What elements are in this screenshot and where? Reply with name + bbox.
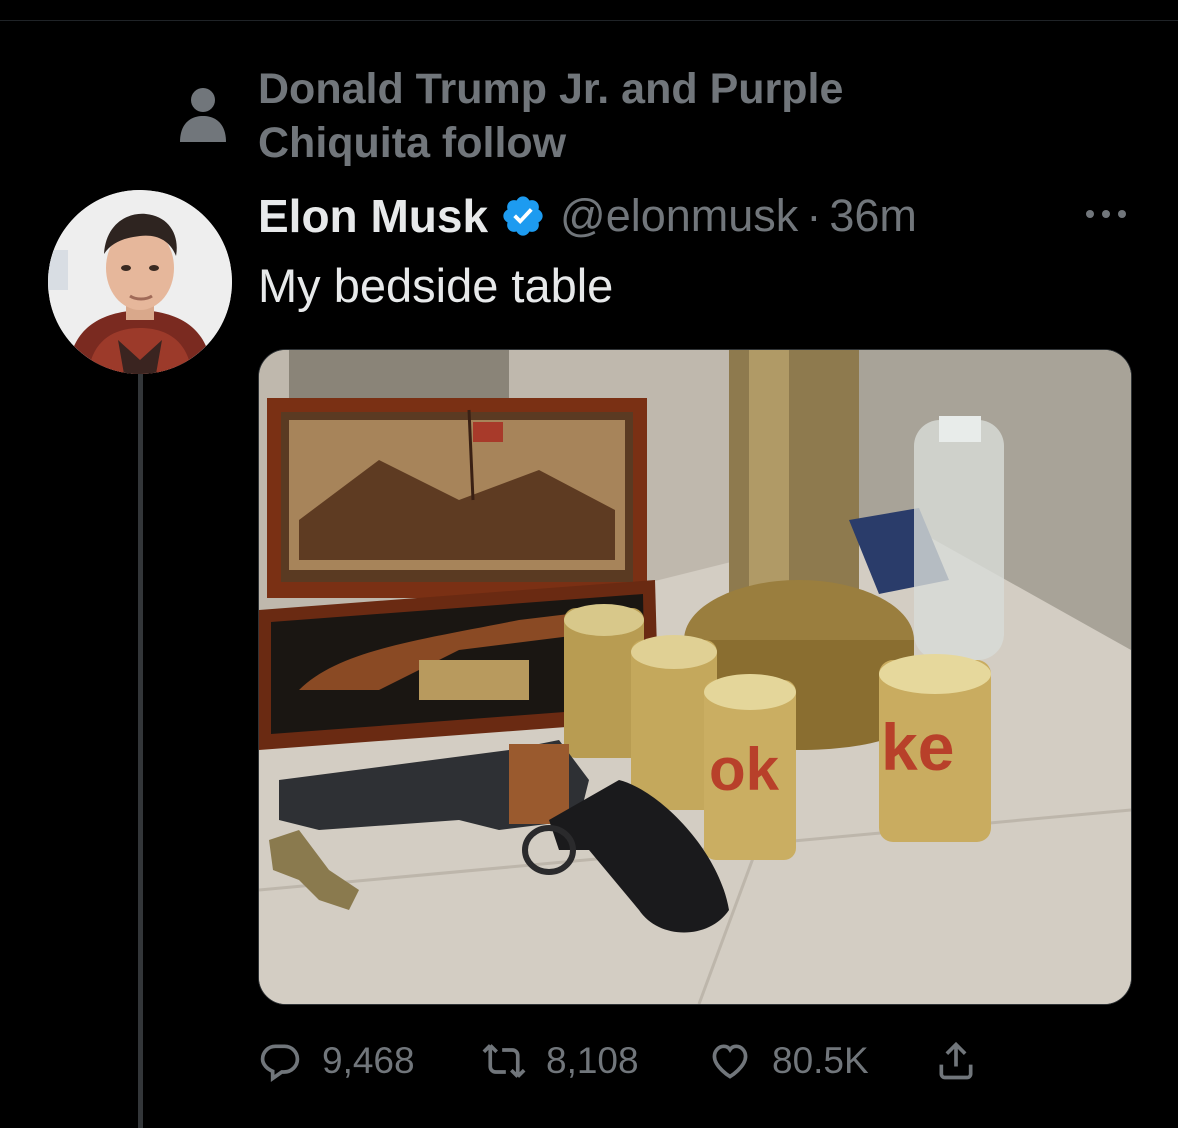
tweet-timestamp[interactable]: 36m [829,190,917,242]
separator-dot: · [806,190,822,241]
verified-badge-icon [503,196,543,236]
reply-action[interactable]: 9,468 [258,1034,415,1088]
tweet-photo[interactable]: ok ke [258,349,1132,1005]
author-name[interactable]: Elon Musk [258,189,488,243]
author-row: Elon Musk @elonmusk · 36m [258,188,917,244]
avatar[interactable] [48,190,232,374]
tweet-text: My bedside table [258,259,614,312]
author-handle[interactable]: @elonmusk [560,190,798,242]
retweet-action[interactable]: 8,108 [482,1034,639,1088]
retweet-icon [482,1044,526,1078]
svg-text:ke: ke [881,710,954,784]
tweet-actions: 9,468 8,108 80.5K [258,1034,1118,1088]
top-divider [0,20,1178,21]
share-icon[interactable] [934,1038,978,1084]
reply-icon [260,1044,300,1082]
person-icon [180,88,226,142]
like-action[interactable]: 80.5K [708,1034,869,1088]
retweet-count: 8,108 [546,1040,639,1081]
more-icon[interactable] [1084,208,1128,220]
social-context[interactable]: Donald Trump Jr. and Purple Chiquita fol… [258,62,958,170]
like-icon [712,1044,748,1079]
reply-count: 9,468 [322,1040,415,1081]
svg-text:ok: ok [709,736,780,803]
like-count: 80.5K [772,1040,869,1081]
thread-line [138,372,143,1128]
